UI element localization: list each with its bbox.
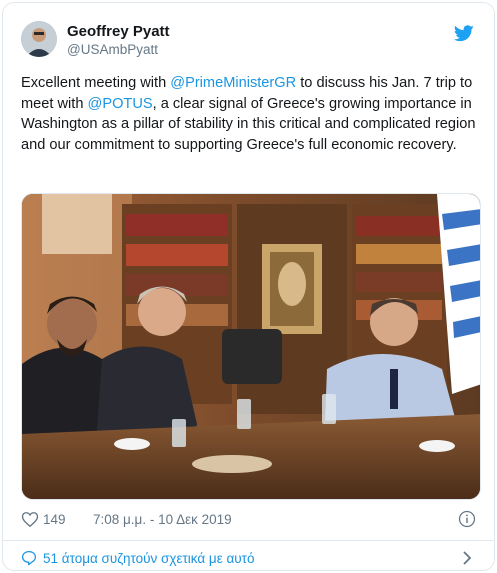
info-icon[interactable] bbox=[458, 510, 476, 528]
tweet-timestamp[interactable]: 7:08 μ.μ. - 10 Δεκ 2019 bbox=[93, 512, 232, 527]
user-handle[interactable]: @USAmbPyatt bbox=[67, 41, 170, 59]
tweet-text: Excellent meeting with @PrimeMinisterGR … bbox=[21, 73, 483, 155]
tweet-card: Geoffrey Pyatt @USAmbPyatt Excellent mee… bbox=[2, 2, 495, 571]
chevron-right-icon[interactable] bbox=[462, 550, 472, 566]
conversation-link[interactable]: 51 άτομα συζητούν σχετικά με αυτό bbox=[21, 546, 478, 570]
speech-bubble-icon bbox=[21, 550, 37, 566]
avatar[interactable] bbox=[21, 21, 57, 57]
tweet-text-part: Excellent meeting with bbox=[21, 75, 171, 91]
display-name[interactable]: Geoffrey Pyatt bbox=[67, 22, 170, 41]
user-names: Geoffrey Pyatt @USAmbPyatt bbox=[67, 22, 170, 59]
twitter-bird-icon[interactable] bbox=[454, 25, 474, 42]
divider bbox=[3, 540, 494, 541]
heart-icon[interactable] bbox=[21, 511, 39, 528]
tweet-header: Geoffrey Pyatt @USAmbPyatt bbox=[21, 17, 478, 63]
tweet-photo[interactable] bbox=[21, 193, 481, 500]
tweet-meta: 149 7:08 μ.μ. - 10 Δεκ 2019 bbox=[21, 509, 478, 531]
mention-link-potus[interactable]: @POTUS bbox=[88, 96, 153, 112]
mention-link-primeminister[interactable]: @PrimeMinisterGR bbox=[170, 75, 296, 91]
like-count: 149 bbox=[43, 512, 66, 527]
conversation-label[interactable]: 51 άτομα συζητούν σχετικά με αυτό bbox=[43, 551, 255, 566]
